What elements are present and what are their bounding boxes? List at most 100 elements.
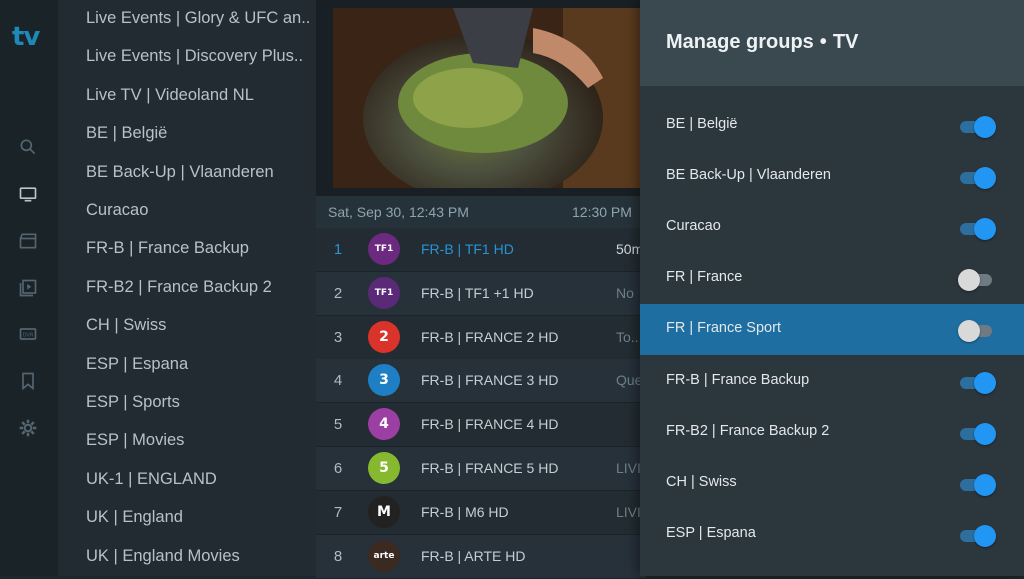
group-toggle-switch[interactable] bbox=[958, 167, 996, 190]
epg-date: Sat, Sep 30, 12:43 PM bbox=[328, 204, 469, 220]
group-list-item[interactable]: Live Events | Discovery Plus.. bbox=[86, 37, 312, 75]
group-toggle-switch[interactable] bbox=[958, 422, 996, 445]
group-toggle-row[interactable]: Curacao bbox=[640, 202, 1024, 253]
channel-name: FR-B | FRANCE 3 HD bbox=[421, 372, 559, 389]
group-toggle-label: CH | Swiss bbox=[666, 473, 737, 490]
group-toggle-label: FR-B | France Backup bbox=[666, 371, 810, 388]
channel-row[interactable]: 1 TF1 FR-B | TF1 HD 50m bbox=[316, 228, 646, 272]
channel-logo: TF1 bbox=[368, 233, 400, 265]
channel-number: 5 bbox=[333, 416, 343, 434]
channel-row[interactable]: 8 arte FR-B | ARTE HD bbox=[316, 534, 646, 579]
channel-program: No bbox=[616, 284, 634, 301]
search-icon[interactable] bbox=[17, 136, 39, 158]
panel-title-text: Manage groups bbox=[666, 31, 814, 53]
channel-name: FR-B | FRANCE 5 HD bbox=[421, 460, 559, 476]
gear-icon[interactable] bbox=[17, 417, 39, 439]
toggle-knob bbox=[958, 269, 980, 292]
toggle-knob bbox=[974, 116, 996, 138]
channel-logo: 3 bbox=[368, 364, 400, 397]
channel-program: LIVI bbox=[616, 503, 641, 520]
video-frame-image bbox=[333, 8, 646, 188]
group-list-item[interactable]: ESP | Movies bbox=[86, 421, 312, 459]
toggle-knob bbox=[974, 218, 996, 241]
group-list-item[interactable]: ESP | Espana bbox=[86, 345, 312, 383]
channel-row[interactable]: 7 M FR-B | M6 HD LIVI bbox=[316, 490, 646, 535]
group-list-item[interactable]: UK | England bbox=[86, 498, 312, 536]
channel-logo: TF1 bbox=[368, 276, 400, 309]
toggle-knob bbox=[958, 320, 980, 343]
group-list-item[interactable]: UK-1 | ENGLAND bbox=[86, 460, 312, 498]
epg-time: 12:30 PM bbox=[572, 204, 632, 220]
toggle-knob bbox=[974, 167, 996, 190]
channel-row[interactable]: 3 2 FR-B | FRANCE 2 HD To... bbox=[316, 315, 646, 360]
group-list-item[interactable]: BE | België bbox=[86, 114, 312, 152]
group-toggle-switch[interactable] bbox=[958, 218, 996, 241]
group-toggle-row[interactable]: FR-B2 | France Backup 2 bbox=[640, 407, 1024, 458]
group-toggle-row[interactable]: FR-B | France Backup bbox=[640, 356, 1024, 407]
group-toggle-row[interactable]: FR | France bbox=[640, 253, 1024, 304]
toggle-knob bbox=[974, 371, 996, 394]
group-list-item[interactable]: ESP | Sports bbox=[86, 383, 312, 421]
movie-clapper-icon[interactable] bbox=[17, 230, 39, 252]
group-toggle-label: BE Back-Up | Vlaanderen bbox=[666, 167, 831, 184]
group-list-item[interactable]: CH | Swiss bbox=[86, 306, 312, 344]
group-toggle-row[interactable]: BE | België bbox=[640, 100, 1024, 151]
group-list-item[interactable]: Live Events | Glory & UFC an.. bbox=[86, 0, 312, 37]
tv-icon[interactable] bbox=[17, 183, 39, 205]
group-toggle-switch[interactable] bbox=[958, 116, 996, 138]
group-list-item[interactable]: Curacao bbox=[86, 191, 312, 229]
svg-text:DVR: DVR bbox=[23, 333, 34, 339]
group-list-item[interactable]: BE Back-Up | Vlaanderen bbox=[86, 153, 312, 191]
group-toggle-row[interactable]: ESP | Espana bbox=[640, 509, 1024, 560]
group-toggle-label: BE | België bbox=[666, 116, 738, 132]
series-play-icon[interactable] bbox=[17, 277, 39, 299]
group-list-item[interactable]: FR-B | France Backup bbox=[86, 229, 312, 267]
manage-groups-panel: Manage groups • TV BE | België BE Back-Up |… bbox=[640, 0, 1024, 576]
panel-header: Manage groups • TV bbox=[640, 0, 1024, 86]
app-logo: tv bbox=[12, 22, 40, 52]
channel-row[interactable]: 2 TF1 FR-B | TF1 +1 HD No bbox=[316, 271, 646, 316]
nav-rail: tv DVR bbox=[0, 0, 58, 576]
group-toggle-label: FR-B2 | France Backup 2 bbox=[666, 422, 830, 439]
toggle-knob bbox=[974, 524, 996, 547]
group-toggle-row[interactable]: CH | Swiss bbox=[640, 458, 1024, 509]
group-list: Live Events | Glory & UFC an.. Live Event… bbox=[58, 0, 316, 576]
channel-program: Que bbox=[616, 372, 643, 389]
channel-number: 4 bbox=[333, 372, 343, 390]
channel-number: 6 bbox=[333, 460, 343, 477]
group-toggle-row[interactable]: FR | France Sport bbox=[640, 304, 1024, 356]
group-toggle-label: FR | France bbox=[666, 269, 743, 286]
toggle-knob bbox=[974, 422, 996, 445]
group-list-item[interactable]: FR-B2 | France Backup 2 bbox=[86, 268, 312, 306]
group-toggle-label: ESP | Espana bbox=[666, 524, 756, 541]
video-preview[interactable] bbox=[333, 8, 646, 188]
channel-logo: 5 bbox=[368, 452, 400, 484]
channel-name: FR-B | TF1 HD bbox=[421, 241, 514, 257]
channel-number: 8 bbox=[333, 547, 343, 565]
group-toggle-label: Curacao bbox=[666, 218, 721, 235]
channel-logo: 4 bbox=[368, 408, 400, 441]
channel-list: 1 TF1 FR-B | TF1 HD 50m 2 TF1 FR-B | TF1 +1 HD… bbox=[316, 228, 646, 579]
channel-logo: arte bbox=[368, 539, 400, 572]
title-separator: • bbox=[819, 31, 827, 53]
channel-logo: M bbox=[368, 495, 400, 528]
panel-title: Manage groups • TV bbox=[666, 31, 858, 54]
channel-number: 1 bbox=[333, 241, 343, 258]
group-toggle-switch[interactable] bbox=[958, 371, 996, 394]
group-list-item[interactable]: Live TV | Videoland NL bbox=[86, 76, 312, 114]
channel-program: LIVI bbox=[616, 460, 641, 476]
channel-name: FR-B | FRANCE 4 HD bbox=[421, 416, 559, 433]
epg-header: Sat, Sep 30, 12:43 PM 12:30 PM bbox=[316, 196, 646, 228]
channel-row[interactable]: 5 4 FR-B | FRANCE 4 HD bbox=[316, 403, 646, 448]
channel-row[interactable]: 6 5 FR-B | FRANCE 5 HD LIVI bbox=[316, 447, 646, 491]
group-toggle-switch[interactable] bbox=[958, 320, 996, 343]
channel-row[interactable]: 4 3 FR-B | FRANCE 3 HD Que bbox=[316, 359, 646, 404]
group-list-item[interactable]: UK | England Movies bbox=[86, 537, 312, 575]
group-toggle-switch[interactable] bbox=[958, 473, 996, 496]
dvr-icon[interactable]: DVR bbox=[17, 323, 39, 345]
bookmark-icon[interactable] bbox=[17, 370, 39, 392]
group-toggle-switch[interactable] bbox=[958, 524, 996, 547]
group-toggle-switch[interactable] bbox=[958, 269, 996, 292]
group-toggle-label: FR | France Sport bbox=[666, 320, 781, 337]
group-toggle-row[interactable]: BE Back-Up | Vlaanderen bbox=[640, 151, 1024, 202]
